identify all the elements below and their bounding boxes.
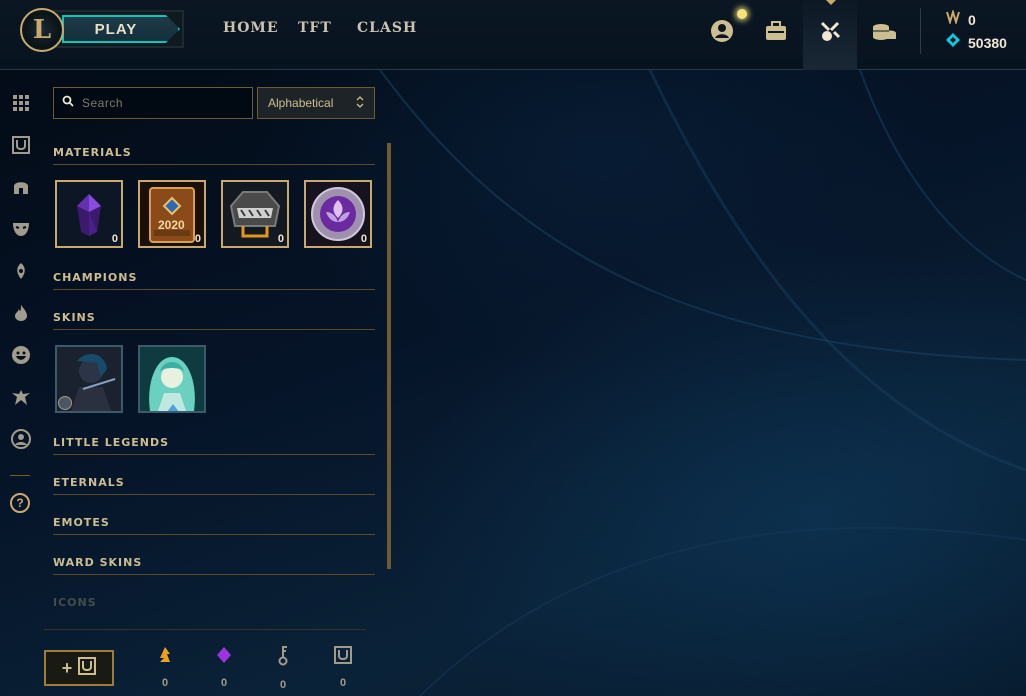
top-navigation-bar: PLAY L HOME TFT CLASH 0 50380 — [0, 0, 1026, 70]
league-logo-icon[interactable]: L — [20, 8, 64, 52]
category-champions[interactable]: CHAMPIONS — [53, 265, 375, 290]
chest-resource: 0 — [328, 646, 358, 689]
orange-essence-value: 0 — [161, 677, 169, 689]
key-resource: 0 — [268, 646, 298, 691]
orange-essence-icon — [946, 8, 960, 29]
loot-icon[interactable] — [817, 18, 843, 44]
little-legend-icon[interactable] — [10, 386, 32, 408]
orange-essence-counter[interactable]: 0 — [946, 8, 976, 29]
orange-essence-icon — [156, 647, 174, 668]
nav-clash[interactable]: CLASH — [357, 20, 417, 36]
all-icon[interactable] — [10, 92, 32, 114]
profile-icon[interactable] — [709, 18, 735, 44]
helmet-icon[interactable] — [10, 176, 32, 198]
skin-tile[interactable] — [138, 345, 206, 413]
store-icon[interactable] — [871, 18, 897, 44]
key-icon — [274, 646, 292, 670]
notification-dot — [737, 9, 747, 19]
blue-essence-counter[interactable]: 50380 — [946, 33, 1007, 52]
material-tile[interactable]: 0 — [55, 180, 123, 248]
material-count: 0 — [111, 233, 118, 245]
scrollbar[interactable] — [387, 143, 391, 569]
material-tile[interactable]: 2020 0 — [138, 180, 206, 248]
skin-spirit-portrait-icon — [140, 347, 204, 411]
nav-tft[interactable]: TFT — [298, 20, 332, 36]
ward-icon[interactable] — [10, 260, 32, 282]
search-icon — [62, 94, 74, 112]
mythic-essence-value: 0 — [220, 677, 228, 689]
loot-category-sidebar: ? — [0, 70, 42, 696]
rune-badge-icon — [58, 396, 72, 410]
category-ward-skins[interactable]: WARD SKINS — [53, 550, 375, 575]
category-emotes[interactable]: EMOTES — [53, 510, 375, 535]
bottom-divider — [44, 629, 366, 630]
sort-selected-value: Alphabetical — [268, 96, 334, 110]
category-materials[interactable]: MATERIALS — [53, 140, 375, 165]
emote-icon[interactable] — [10, 344, 32, 366]
category-icons[interactable]: ICONS — [53, 590, 375, 615]
help-icon[interactable]: ? — [10, 493, 30, 513]
key-value: 0 — [279, 679, 287, 691]
blue-essence-value: 50380 — [968, 34, 1007, 51]
material-count: 0 — [194, 233, 201, 245]
orange-essence-value: 0 — [968, 11, 976, 28]
chest-small-icon — [78, 656, 97, 680]
blue-essence-icon — [946, 33, 960, 52]
event-year-label: 2020 — [158, 218, 185, 232]
material-tile[interactable]: 0 — [304, 180, 372, 248]
play-button-label[interactable]: PLAY — [62, 15, 180, 43]
chest-icon[interactable] — [10, 134, 32, 156]
sidebar-divider — [10, 475, 30, 476]
material-count: 0 — [277, 233, 284, 245]
active-indicator — [826, 0, 836, 5]
material-tile[interactable]: 0 — [221, 180, 289, 248]
scrollbar-thumb[interactable] — [387, 143, 391, 569]
mythic-essence-icon — [215, 647, 233, 668]
search-input[interactable] — [82, 96, 242, 110]
sort-dropdown[interactable]: Alphabetical — [257, 87, 375, 119]
chest-value: 0 — [339, 677, 347, 689]
chest-resource-icon — [334, 646, 352, 668]
skin-tile[interactable] — [55, 345, 123, 413]
mask-icon[interactable] — [10, 218, 32, 240]
plus-icon: + — [61, 657, 73, 678]
category-eternals[interactable]: ETERNALS — [53, 470, 375, 495]
material-count: 0 — [360, 233, 367, 245]
craft-key-button[interactable]: + — [44, 650, 114, 686]
nav-home[interactable]: HOME — [223, 20, 279, 36]
mythic-essence-resource: 0 — [209, 646, 239, 689]
orange-essence-resource: 0 — [150, 646, 180, 689]
collection-icon[interactable] — [763, 18, 789, 44]
loot-list: MATERIALS 0 2020 0 0 0 CHAMPIONS SKINS L… — [53, 140, 375, 620]
rarity-badge-icon — [167, 404, 179, 411]
profile-icon[interactable] — [10, 428, 32, 450]
fire-icon[interactable] — [10, 302, 32, 324]
topbar-divider — [920, 8, 921, 54]
chevron-up-down-icon — [356, 95, 364, 111]
category-skins[interactable]: SKINS — [53, 305, 375, 330]
category-little-legends[interactable]: LITTLE LEGENDS — [53, 430, 375, 455]
search-field[interactable] — [53, 87, 253, 119]
